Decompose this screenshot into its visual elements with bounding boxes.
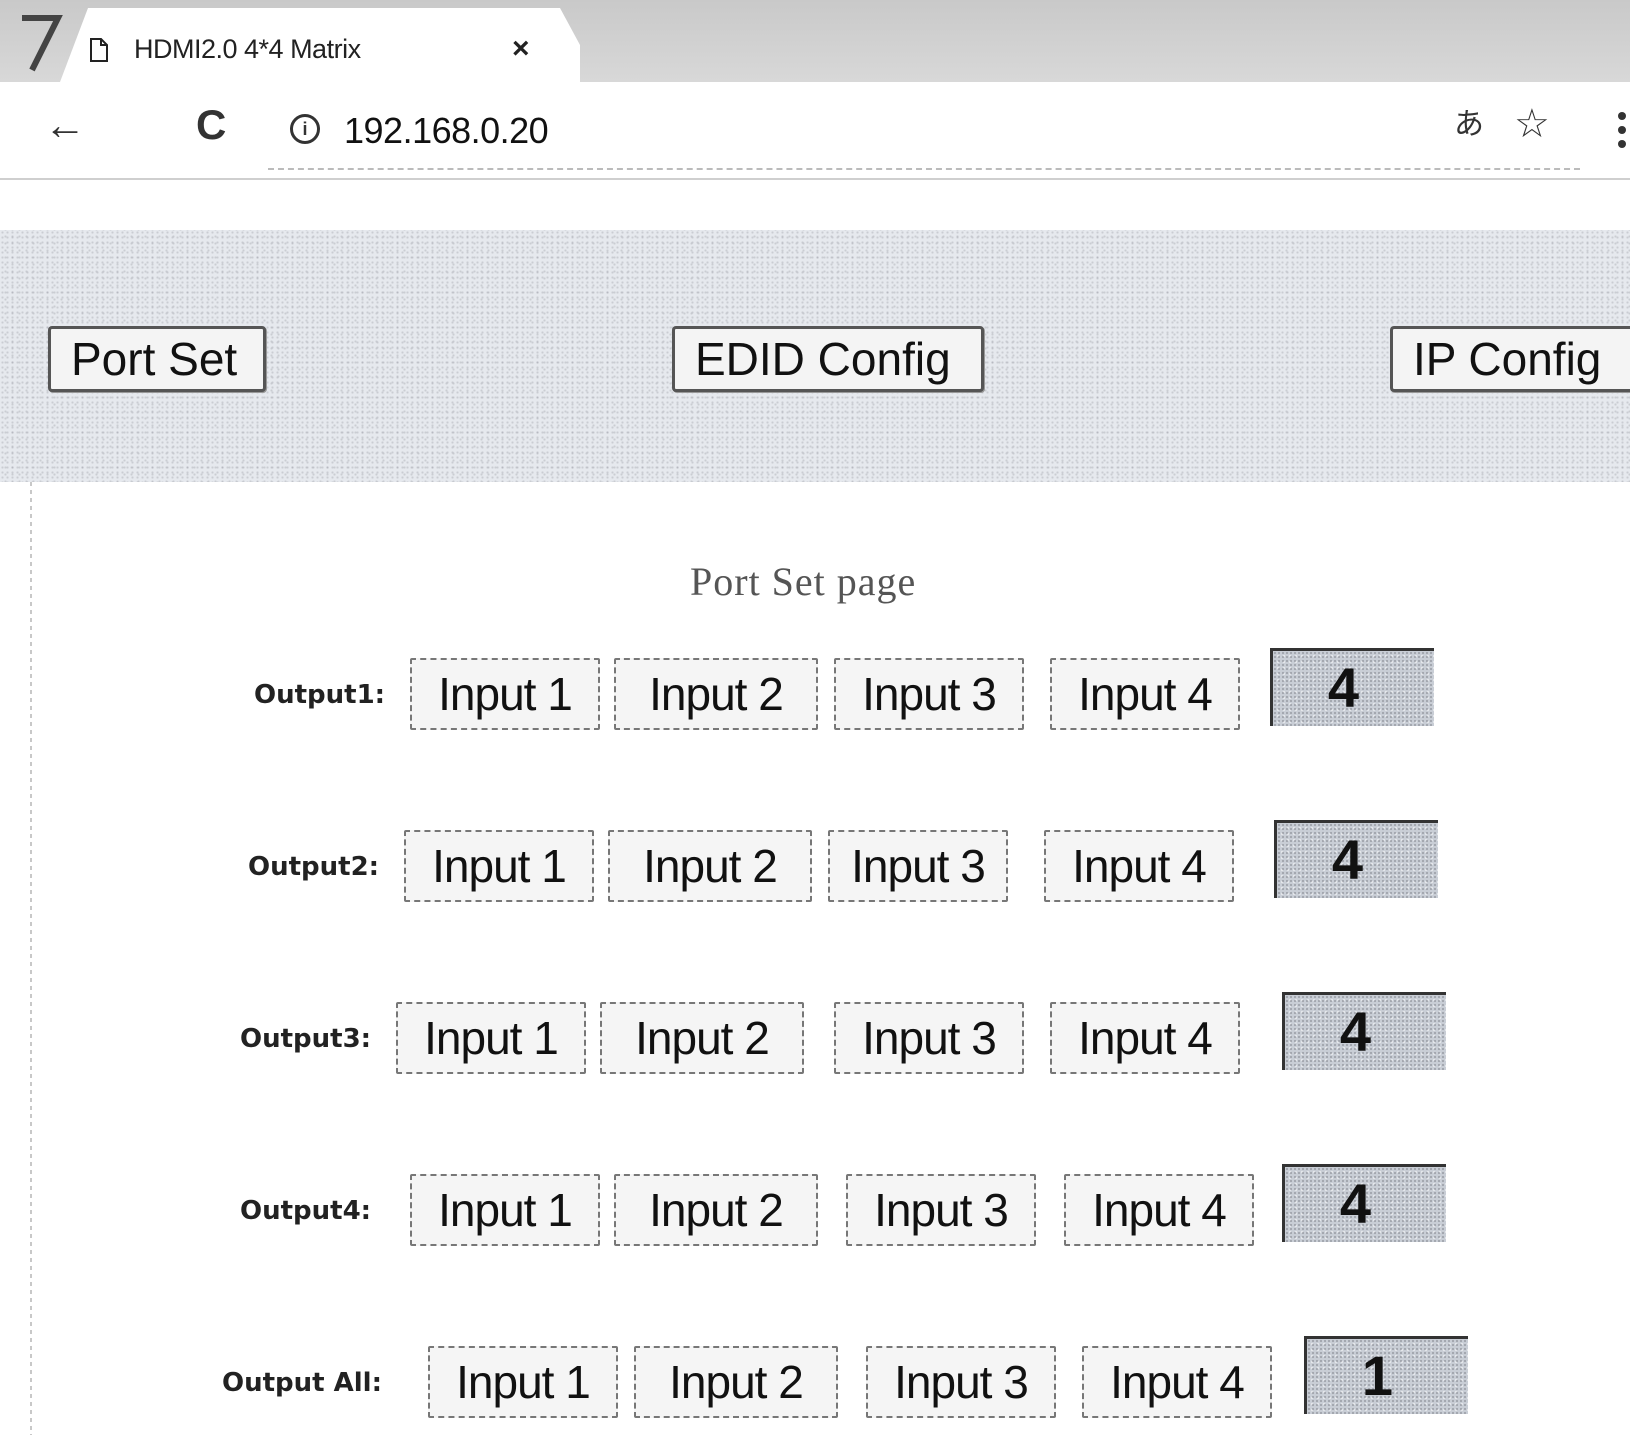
ip-config-button[interactable]: IP Config: [1390, 326, 1630, 392]
input-3-button[interactable]: Input 3: [834, 658, 1024, 730]
selected-input-box[interactable]: 4: [1282, 1164, 1446, 1242]
input-2-button[interactable]: Input 2: [614, 1174, 818, 1246]
input-3-button[interactable]: Input 3: [828, 830, 1008, 902]
tab-strip: HDMI2.0 4*4 Matrix ×: [0, 0, 1630, 82]
selected-input-box[interactable]: 4: [1270, 648, 1434, 726]
tab-active[interactable]: HDMI2.0 4*4 Matrix ×: [60, 8, 580, 82]
input-3-button[interactable]: Input 3: [834, 1002, 1024, 1074]
bookmark-star-icon[interactable]: ☆: [1514, 104, 1550, 144]
selected-input-box[interactable]: 4: [1274, 820, 1438, 898]
selected-input-box[interactable]: 4: [1282, 992, 1446, 1070]
port-set-button[interactable]: Port Set: [48, 326, 266, 392]
output-label: Output1:: [254, 680, 386, 710]
output-row-3: Output3: Input 1 Input 2 Input 3 Input 4…: [0, 992, 1630, 1078]
reload-icon[interactable]: C: [196, 104, 226, 146]
window-mark-icon: [22, 15, 63, 72]
nav-band: Port Set EDID Config IP Config: [0, 230, 1630, 482]
output-label: Output All:: [222, 1368, 382, 1398]
output-label: Output4:: [240, 1196, 372, 1226]
info-icon[interactable]: i: [290, 114, 320, 144]
menu-dots-icon[interactable]: [1614, 110, 1630, 150]
translate-icon[interactable]: あ: [1454, 110, 1484, 140]
input-4-button[interactable]: Input 4: [1050, 1002, 1240, 1074]
tab-title: HDMI2.0 4*4 Matrix: [134, 34, 361, 64]
output-label: Output2:: [248, 852, 380, 882]
output-row-2: Output2: Input 1 Input 2 Input 3 Input 4…: [0, 820, 1630, 906]
browser-window: HDMI2.0 4*4 Matrix × ← C i 192.168.0.20 …: [0, 0, 1630, 1435]
output-row-all: Output All: Input 1 Input 2 Input 3 Inpu…: [0, 1336, 1630, 1422]
input-2-button[interactable]: Input 2: [608, 830, 812, 902]
input-2-button[interactable]: Input 2: [600, 1002, 804, 1074]
input-1-button[interactable]: Input 1: [396, 1002, 586, 1074]
input-1-button[interactable]: Input 1: [404, 830, 594, 902]
address-bar[interactable]: i 192.168.0.20: [268, 90, 1580, 170]
output-row-4: Output4: Input 1 Input 2 Input 3 Input 4…: [0, 1164, 1630, 1250]
back-arrow-icon[interactable]: ←: [44, 104, 86, 146]
input-1-button[interactable]: Input 1: [428, 1346, 618, 1418]
input-4-button[interactable]: Input 4: [1044, 830, 1234, 902]
content-divider: [30, 482, 32, 1435]
input-4-button[interactable]: Input 4: [1082, 1346, 1272, 1418]
input-1-button[interactable]: Input 1: [410, 1174, 600, 1246]
input-4-button[interactable]: Input 4: [1064, 1174, 1254, 1246]
input-2-button[interactable]: Input 2: [614, 658, 818, 730]
input-2-button[interactable]: Input 2: [634, 1346, 838, 1418]
edid-config-button[interactable]: EDID Config: [672, 326, 984, 392]
document-icon: [90, 38, 108, 62]
output-row-1: Output1: Input 1 Input 2 Input 3 Input 4…: [0, 648, 1630, 734]
url-text[interactable]: 192.168.0.20: [344, 110, 549, 152]
page-title: Port Set page: [690, 559, 917, 604]
input-1-button[interactable]: Input 1: [410, 658, 600, 730]
tab-close-icon[interactable]: ×: [512, 32, 530, 66]
input-3-button[interactable]: Input 3: [866, 1346, 1056, 1418]
browser-toolbar: ← C i 192.168.0.20 あ ☆: [0, 82, 1630, 180]
selected-input-box[interactable]: 1: [1304, 1336, 1468, 1414]
input-3-button[interactable]: Input 3: [846, 1174, 1036, 1246]
input-4-button[interactable]: Input 4: [1050, 658, 1240, 730]
output-label: Output3:: [240, 1024, 372, 1054]
